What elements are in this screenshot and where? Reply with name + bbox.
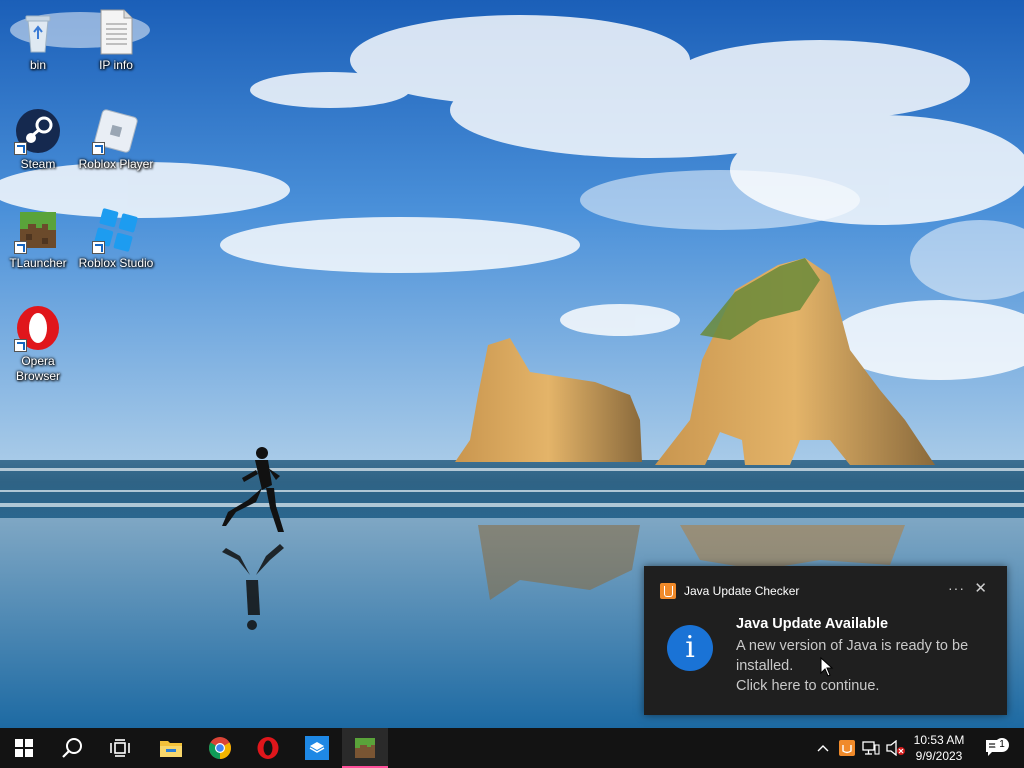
mouse-cursor-icon xyxy=(820,657,834,677)
shortcut-arrow-icon xyxy=(14,142,27,155)
steam-icon xyxy=(14,107,62,155)
tray-clock[interactable]: 10:53 AM 9/9/2023 xyxy=(908,728,970,768)
volume-muted-icon xyxy=(886,740,905,756)
clock-date: 9/9/2023 xyxy=(915,749,963,763)
tray-network[interactable] xyxy=(860,728,882,768)
minecraft-icon xyxy=(355,738,375,758)
desktop-icon-label: Roblox Studio xyxy=(78,256,154,270)
notification-count-badge: 1 xyxy=(995,738,1009,752)
taskbar-store[interactable] xyxy=(293,728,341,768)
desktop-icon-label: IP info xyxy=(99,58,133,72)
task-view-button[interactable] xyxy=(96,728,144,768)
taskbar: 10:53 AM 9/9/2023 1 xyxy=(0,728,1024,768)
roblox-studio-icon xyxy=(92,206,140,254)
taskbar-minecraft[interactable] xyxy=(342,728,388,768)
clock-time: 10:53 AM xyxy=(913,733,965,747)
info-icon: i xyxy=(667,625,713,671)
chevron-up-icon xyxy=(817,745,829,752)
file-explorer-icon xyxy=(160,741,182,757)
chrome-icon xyxy=(209,737,231,759)
desktop-icon-label: TLauncher xyxy=(9,256,67,270)
shortcut-arrow-icon xyxy=(14,241,27,254)
windows-start-icon xyxy=(15,739,33,757)
desktop[interactable]: bin IP info Steam Roblox Player TLaunche… xyxy=(0,0,1024,728)
search-button[interactable] xyxy=(48,728,96,768)
toast-title: Java Update Available xyxy=(736,616,889,632)
roblox-player-icon xyxy=(92,107,140,155)
shortcut-arrow-icon xyxy=(92,241,105,254)
text-file-icon xyxy=(92,8,140,56)
java-update-toast[interactable]: Java Update Checker ··· ✕ i Java Update … xyxy=(644,566,1007,715)
toast-close-button[interactable]: ✕ xyxy=(974,579,987,597)
java-icon xyxy=(839,740,855,756)
tray-java[interactable] xyxy=(836,728,858,768)
toast-header: Java Update Checker xyxy=(660,583,799,599)
desktop-icon-steam[interactable]: Steam xyxy=(0,107,76,172)
desktop-icon-label: bin xyxy=(29,58,46,72)
desktop-icon-opera[interactable]: Opera Browser xyxy=(0,304,76,384)
toast-app-name: Java Update Checker xyxy=(684,584,800,598)
taskbar-chrome[interactable] xyxy=(196,728,244,768)
tray-volume[interactable] xyxy=(884,728,908,768)
desktop-icon-label: Roblox Player xyxy=(78,157,154,171)
java-icon xyxy=(660,583,676,599)
tlauncher-icon xyxy=(14,206,62,254)
shortcut-arrow-icon xyxy=(92,142,105,155)
shortcut-arrow-icon xyxy=(14,339,27,352)
opera-icon xyxy=(14,304,62,352)
desktop-icon-recycle-bin[interactable]: bin xyxy=(0,8,76,73)
desktop-icon-label: Opera Browser xyxy=(15,354,60,383)
start-button[interactable] xyxy=(0,728,48,768)
recycle-bin-icon xyxy=(14,8,62,56)
action-center-button[interactable]: 1 xyxy=(976,728,1012,768)
taskbar-opera[interactable] xyxy=(244,728,292,768)
store-icon xyxy=(305,736,329,760)
search-icon xyxy=(62,738,82,758)
show-hidden-icons-button[interactable] xyxy=(812,728,834,768)
taskbar-file-explorer[interactable] xyxy=(147,728,195,768)
desktop-icon-ip-info[interactable]: IP info xyxy=(78,8,154,73)
desktop-icon-roblox-studio[interactable]: Roblox Studio xyxy=(78,206,154,271)
network-icon xyxy=(862,741,880,755)
desktop-icon-label: Steam xyxy=(20,157,56,171)
opera-icon xyxy=(257,737,279,759)
desktop-icon-roblox-player[interactable]: Roblox Player xyxy=(78,107,154,172)
task-view-icon xyxy=(110,739,130,757)
desktop-icon-tlauncher[interactable]: TLauncher xyxy=(0,206,76,271)
toast-more-options-button[interactable]: ··· xyxy=(948,580,965,596)
toast-body: A new version of Java is ready to be ins… xyxy=(736,638,969,694)
